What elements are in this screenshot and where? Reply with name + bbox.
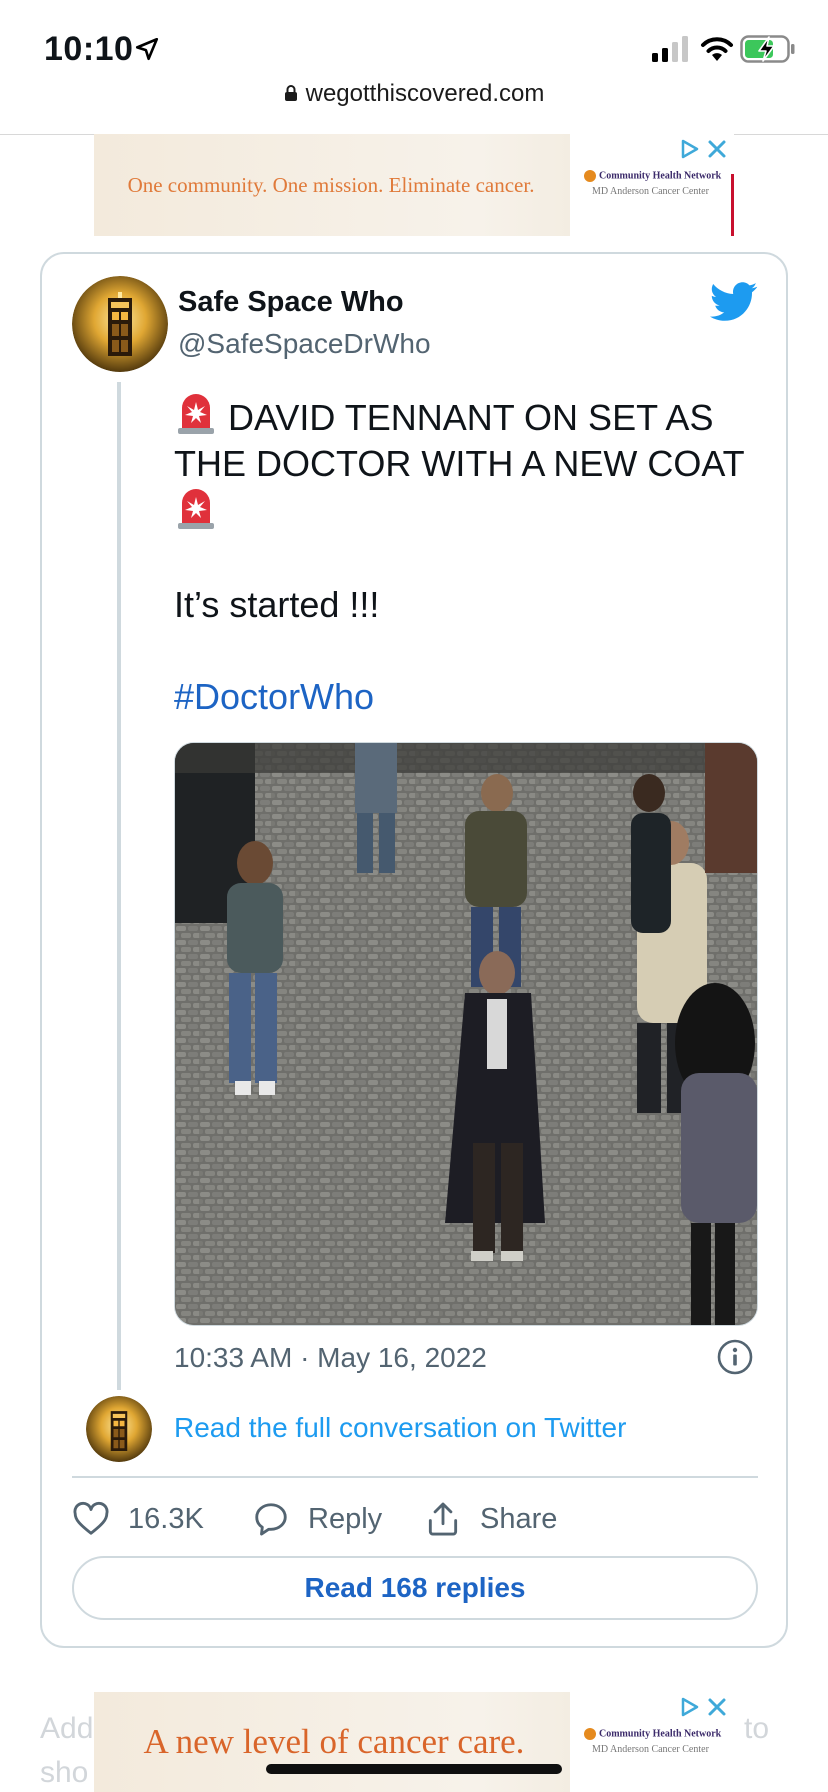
sunburst-logo-icon [584, 170, 596, 182]
author-avatar[interactable] [72, 276, 168, 372]
tardis-avatar-icon [86, 1396, 152, 1462]
ad-logo-line2: MD Anderson Cancer Center [592, 186, 709, 197]
read-replies-button[interactable]: Read 168 replies [72, 1556, 758, 1620]
reply-bubble-icon [255, 1503, 287, 1536]
tweet-text: DAVID TENNANT ON SET AS THE DOCTOR WITH … [174, 392, 764, 720]
reply-button[interactable]: Reply [252, 1494, 382, 1544]
status-time: 10:10 [44, 30, 134, 68]
url-bar[interactable]: wegotthiscovered.com [0, 80, 828, 120]
ad-logo-line1: Community Health Network [599, 1728, 722, 1740]
faded-body-text: sho [40, 1756, 89, 1789]
share-label: Share [480, 1502, 558, 1535]
battery-charging-icon [740, 35, 795, 63]
tweet-text-line-1: DAVID TENNANT ON SET AS [228, 397, 714, 438]
ad-logo-line1: Community Health Network [599, 170, 722, 182]
close-ad-icon[interactable] [704, 136, 730, 162]
read-full-conversation-link[interactable]: Read the full conversation on Twitter [174, 1412, 626, 1444]
adchoices-icon[interactable] [676, 136, 702, 162]
ad-logo-line2: MD Anderson Cancer Center [592, 1744, 709, 1755]
faded-body-text: to [744, 1712, 770, 1745]
wifi-icon [701, 37, 733, 61]
share-button[interactable]: Share [424, 1494, 557, 1544]
adchoices-icon[interactable] [676, 1694, 702, 1720]
twitter-bird-icon[interactable] [710, 282, 758, 322]
tweet-embed[interactable]: Safe Space Who @SafeSpaceDrWho DAVID TEN… [40, 252, 788, 1648]
close-ad-icon[interactable] [704, 1694, 730, 1720]
location-arrow-icon [135, 37, 159, 61]
faded-body-text: Add [40, 1712, 94, 1745]
street-scene-image [175, 743, 757, 1325]
heart-icon [73, 1501, 109, 1535]
author-name[interactable]: Safe Space Who [178, 286, 404, 319]
ad-accent-strip [731, 174, 734, 236]
small-author-avatar[interactable] [86, 1396, 152, 1462]
tweet-text-line-2: THE DOCTOR WITH A NEW COAT [174, 443, 745, 484]
top-ad-banner[interactable]: One community. One mission. Eliminate ca… [94, 134, 734, 236]
like-count: 16.3K [128, 1502, 204, 1535]
ad-headline: One community. One mission. Eliminate ca… [127, 173, 535, 197]
ad-headline: A new level of cancer care. [143, 1722, 525, 1761]
tweet-timestamp[interactable]: 10:33 AM · May 16, 2022 [174, 1342, 487, 1374]
author-handle[interactable]: @SafeSpaceDrWho [178, 328, 431, 360]
tweet-divider [72, 1476, 758, 1478]
lock-icon [284, 84, 297, 101]
siren-emoji-icon [178, 489, 214, 529]
signal-icon [652, 36, 688, 62]
share-upload-icon [428, 1502, 458, 1536]
thread-line [117, 382, 121, 1390]
info-icon[interactable] [716, 1338, 754, 1376]
hashtag-link[interactable]: #DoctorWho [174, 674, 764, 720]
like-button[interactable]: 16.3K [72, 1494, 204, 1544]
sunburst-logo-icon [584, 1728, 596, 1740]
ad-choices[interactable] [676, 136, 732, 162]
tweet-text-line-3: It’s started !!! [174, 584, 380, 625]
siren-emoji-icon [178, 394, 214, 434]
tardis-avatar-icon [72, 276, 168, 372]
reply-label: Reply [308, 1502, 383, 1535]
url-text: wegotthiscovered.com [305, 80, 545, 107]
tweet-photo[interactable] [174, 742, 758, 1326]
status-bar: 10:10 [0, 0, 828, 92]
home-indicator[interactable] [266, 1764, 562, 1774]
ad-choices[interactable] [676, 1694, 732, 1720]
bottom-ad-banner[interactable]: A new level of cancer care. Community He… [94, 1692, 734, 1792]
